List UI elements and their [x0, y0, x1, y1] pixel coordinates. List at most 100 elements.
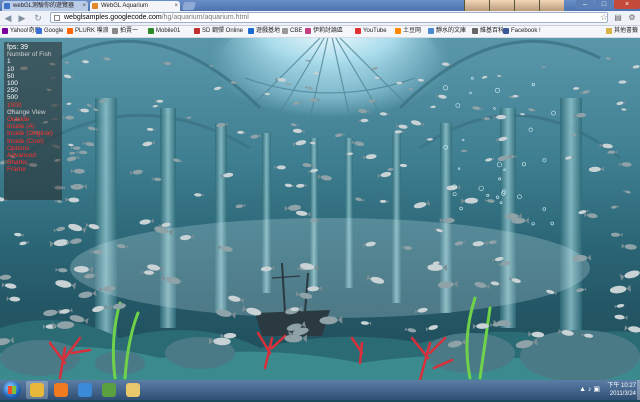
- page-icon: [54, 15, 60, 21]
- back-arrow-icon[interactable]: ◀: [2, 12, 14, 24]
- maximize-button[interactable]: □: [595, 0, 613, 9]
- aquarium-canvas[interactable]: fps: 39 Number of Fish 1 10 50 100 250 500 100…: [0, 38, 640, 380]
- bookmark-label: 靜水的文庫: [436, 28, 467, 34]
- bubble: [470, 76, 474, 80]
- bookmark-item[interactable]: 土豆网: [395, 27, 421, 36]
- bookmark-label: 伊莉討論區: [313, 28, 344, 34]
- game-app-icon: [102, 383, 116, 397]
- tab-close-icon[interactable]: ×: [174, 1, 178, 11]
- fish-count-option[interactable]: 250: [7, 87, 59, 94]
- bookmark-item[interactable]: Mobile01: [148, 27, 180, 36]
- bookmark-item[interactable]: CBE: [282, 27, 302, 36]
- close-window-button[interactable]: ×: [614, 0, 640, 9]
- bubble: [517, 194, 522, 200]
- address-path: /hg/aquarium/aquarium.html: [161, 14, 249, 21]
- bubble: [503, 168, 506, 172]
- bubble: [443, 145, 449, 150]
- view-option-list: Outside Inside (A) Inside (Original) Inside…: [7, 116, 59, 145]
- bubbles: [442, 76, 556, 226]
- bookmark-favicon-icon: [112, 28, 118, 34]
- chrome-icon: [30, 383, 44, 397]
- fish-count-option[interactable]: 500: [7, 94, 59, 101]
- bookmark-favicon-icon: [248, 28, 254, 34]
- start-button[interactable]: [3, 381, 21, 399]
- view-option[interactable]: Inside (Original): [7, 130, 59, 137]
- reload-icon[interactable]: ↻: [32, 12, 44, 24]
- bubble: [442, 85, 448, 91]
- fish-count-option[interactable]: 10: [7, 66, 59, 73]
- minimize-button[interactable]: –: [576, 0, 594, 9]
- bookmark-label: Google: [44, 28, 64, 34]
- fish-count-option[interactable]: 100: [7, 80, 59, 87]
- view-option[interactable]: Outside: [7, 116, 59, 123]
- taskbar-app-folder[interactable]: [122, 381, 144, 399]
- bookmark-item[interactable]: Google: [36, 27, 63, 36]
- bubble: [455, 103, 461, 108]
- bookmark-item[interactable]: Facebook !: [503, 27, 541, 36]
- tab-favicon-icon: [4, 3, 10, 9]
- bookmark-item[interactable]: SD 鋼彈 Online: [194, 27, 243, 36]
- system-clock[interactable]: 下午 10:27 2011/3/24: [607, 380, 636, 402]
- view-option[interactable]: Inside (Cool): [7, 138, 59, 145]
- bookmark-item[interactable]: 遊戲基地: [248, 27, 280, 36]
- tab-title: webGL測驗你的遊覽器: [13, 3, 75, 9]
- bookmark-favicon-icon: [305, 28, 311, 34]
- bookmark-favicon-icon: [282, 28, 288, 34]
- bubble: [550, 221, 554, 226]
- bookmark-item[interactable]: PLURK 噗浪: [67, 27, 109, 36]
- tab-webgl-aquarium[interactable]: WebGL Aquarium ×: [90, 1, 180, 11]
- taskbar-app-chrome[interactable]: [26, 381, 48, 399]
- itunes-icon: [78, 383, 92, 397]
- bookmark-item[interactable]: YouTube: [355, 27, 387, 36]
- bookmark-favicon-icon: [194, 28, 200, 34]
- fish-count-option[interactable]: 1: [7, 58, 59, 65]
- tab-close-icon[interactable]: ×: [82, 1, 86, 11]
- bookmark-label: 遊戲基地: [256, 28, 281, 34]
- bookmark-item[interactable]: 拍賣一: [112, 27, 138, 36]
- folder-icon: [605, 28, 612, 34]
- extra-option-list: Options Advanced Sharks Frame: [7, 145, 59, 174]
- change-view-label: Change View: [7, 108, 46, 116]
- bookmark-star-icon[interactable]: ☆: [600, 12, 608, 23]
- extra-option[interactable]: Advanced: [7, 152, 59, 159]
- tab-webgl-test[interactable]: webGL測驗你的遊覽器 ×: [2, 1, 88, 11]
- bookmark-item[interactable]: 靜水的文庫: [428, 27, 466, 36]
- bookmark-label: Facebook !: [511, 28, 541, 34]
- tray-icons[interactable]: ▲ ♪ ▣: [579, 385, 600, 393]
- bookmark-item[interactable]: Yahoo!奇摩: [2, 27, 41, 36]
- forward-arrow-icon[interactable]: ▶: [16, 12, 28, 24]
- bubble: [496, 162, 502, 168]
- new-tab-button[interactable]: [181, 2, 197, 10]
- extra-option[interactable]: Frame: [7, 166, 59, 173]
- extra-option[interactable]: Options: [7, 145, 59, 152]
- bookmark-label: Mobile01: [156, 28, 181, 34]
- taskbar-app-media-player[interactable]: [50, 381, 72, 399]
- fps-counter: fps: 39: [7, 44, 29, 51]
- bookmark-favicon-icon: [355, 28, 361, 34]
- other-bookmarks[interactable]: 其他書籤: [605, 27, 638, 36]
- fish-count-list: 1 10 50 100 250 500 1000: [7, 58, 59, 108]
- tab-title: WebGL Aquarium: [101, 3, 149, 9]
- bubble: [493, 107, 496, 110]
- taskbar-app-itunes[interactable]: [74, 381, 96, 399]
- fish-count-option[interactable]: 50: [7, 73, 59, 80]
- bubble: [542, 158, 547, 163]
- fish-count-option[interactable]: 1000: [7, 102, 59, 109]
- taskbar-app-game-app[interactable]: [98, 381, 120, 399]
- bookmark-favicon-icon: [148, 28, 154, 34]
- bookmark-label: CBE: [290, 28, 303, 34]
- address-bar[interactable]: webglsamples.googlecode.com/hg/aquarium/…: [50, 12, 608, 23]
- media-player-icon: [54, 383, 68, 397]
- tab-strip: webGL測驗你的遊覽器 × WebGL Aquarium × – □ ×: [0, 0, 640, 24]
- view-option[interactable]: Inside (A): [7, 123, 59, 130]
- bookmark-item[interactable]: 維基百科: [472, 27, 504, 36]
- bookmark-item[interactable]: 伊莉討論區: [305, 27, 343, 36]
- bubble: [462, 138, 465, 142]
- bubble: [451, 184, 457, 190]
- browser-toolbar: ◀ ▶ ↻ webglsamples.googlecode.com/hg/aqu…: [0, 11, 640, 26]
- window-controls: – □ ×: [575, 0, 640, 11]
- page-menu-icon[interactable]: ▤: [612, 12, 624, 24]
- wrench-icon[interactable]: ⚙: [626, 12, 638, 24]
- bubble: [499, 201, 503, 204]
- extra-option[interactable]: Sharks: [7, 159, 59, 166]
